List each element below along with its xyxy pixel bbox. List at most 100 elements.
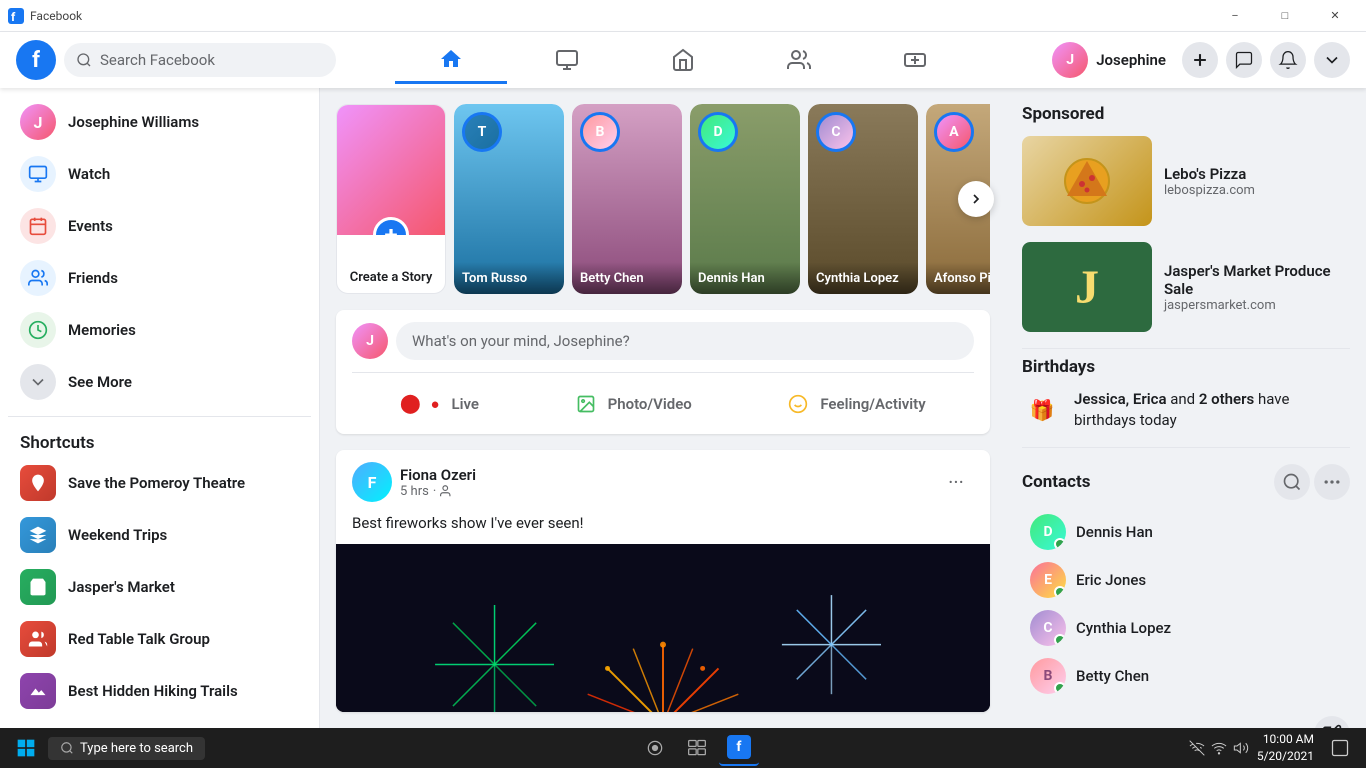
watch-icon-container: [20, 156, 56, 192]
taskbar-center: f: [635, 730, 759, 766]
contact-cynthia-name: Cynthia Lopez: [1076, 619, 1171, 637]
nav-groups-button[interactable]: [743, 36, 855, 84]
fireworks-image: [336, 544, 990, 712]
contact-dennis[interactable]: D Dennis Han: [1022, 508, 1350, 556]
taskbar-search[interactable]: Type here to search: [48, 737, 205, 760]
post-meta: 5 hrs ·: [400, 484, 476, 499]
watch-sidebar-icon: [28, 164, 48, 184]
nav-gaming-button[interactable]: [859, 36, 971, 84]
contact-cynthia-avatar: C: [1030, 610, 1066, 646]
time-display: 10:00 AM 5/20/2021: [1257, 731, 1314, 765]
notification-center-button[interactable]: [1322, 730, 1358, 766]
new-message-button[interactable]: [1314, 716, 1350, 728]
photo-icon: [576, 394, 596, 414]
live-text: ●: [430, 395, 439, 413]
contacts-actions: [1274, 464, 1350, 500]
create-story-bottom: Create a Story: [337, 235, 445, 293]
sidebar-item-watch[interactable]: Watch: [8, 148, 311, 200]
story-betty-avatar: B: [580, 112, 620, 152]
watch-icon: [555, 48, 579, 72]
post-more-button[interactable]: ···: [938, 464, 974, 500]
shortcut-jaspers-market[interactable]: Jasper's Market: [8, 561, 311, 613]
contact-eric-avatar: E: [1030, 562, 1066, 598]
chevron-down-sidebar-icon: [28, 372, 48, 392]
user-name: Josephine: [1096, 51, 1166, 69]
account-dropdown-button[interactable]: [1314, 42, 1350, 78]
shortcut-hiking-trails[interactable]: Best Hidden Hiking Trails: [8, 665, 311, 717]
user-profile-button[interactable]: J Josephine: [1044, 38, 1174, 82]
contact-betty[interactable]: B Betty Chen: [1022, 652, 1350, 700]
nav-watch-button[interactable]: [511, 36, 623, 84]
trips-icon: [28, 525, 48, 545]
story-dennis[interactable]: D Dennis Han: [690, 104, 800, 294]
start-button[interactable]: [8, 730, 44, 766]
sidebar-item-user[interactable]: J Josephine Williams: [8, 96, 311, 148]
notifications-button[interactable]: [1270, 42, 1306, 78]
contact-dennis-avatar: D: [1030, 514, 1066, 550]
online-indicator-betty: [1054, 682, 1066, 694]
story-tom[interactable]: T Tom Russo: [454, 104, 564, 294]
ad-lebos[interactable]: Lebo's Pizza lebospizza.com: [1022, 136, 1350, 226]
sidebar-events-label: Events: [68, 217, 113, 235]
online-indicator-eric: [1054, 586, 1066, 598]
photo-label: Photo/Video: [608, 395, 692, 413]
contact-cynthia[interactable]: C Cynthia Lopez: [1022, 604, 1350, 652]
post-time-unit: ·: [433, 484, 436, 499]
ad-lebos-name: Lebo's Pizza: [1164, 165, 1255, 183]
contacts-section: Contacts D Dennis Han E: [1022, 464, 1350, 700]
network-icon: [1189, 740, 1205, 756]
user-avatar: J: [1052, 42, 1088, 78]
live-label: Live: [452, 395, 480, 413]
post-text: Best fireworks show I've ever seen!: [336, 514, 990, 544]
shortcut-save-pomeroy[interactable]: Save the Pomeroy Theatre: [8, 457, 311, 509]
messenger-icon: [1234, 50, 1254, 70]
minimize-button[interactable]: −: [1212, 0, 1258, 32]
contact-eric[interactable]: E Eric Jones: [1022, 556, 1350, 604]
add-icon: [1190, 50, 1210, 70]
pizza-icon: [1062, 156, 1112, 206]
sidebar-item-events[interactable]: Events: [8, 200, 311, 252]
taskbar-cortana[interactable]: [635, 730, 675, 766]
contacts-search-button[interactable]: [1274, 464, 1310, 500]
shortcut-trips-icon: [20, 517, 56, 553]
story-dennis-avatar: D: [698, 112, 738, 152]
sidebar-item-memories[interactable]: Memories: [8, 304, 311, 356]
stories-next-button[interactable]: [958, 181, 994, 217]
contacts-header: Contacts: [1022, 464, 1350, 500]
nav-home-button[interactable]: [395, 36, 507, 84]
birthday-icon: 🎁: [1022, 390, 1062, 430]
create-post-avatar: J: [352, 323, 388, 359]
post-fiona: F Fiona Ozeri 5 hrs · ··· Best fireworks…: [336, 450, 990, 712]
close-button[interactable]: ✕: [1312, 0, 1358, 32]
story-dennis-name: Dennis Han: [698, 271, 765, 286]
search-bar[interactable]: Search Facebook: [64, 43, 336, 77]
messenger-button[interactable]: [1226, 42, 1262, 78]
birthday-text: Jessica, Erica and 2 others have birthda…: [1074, 389, 1350, 431]
birthday-names: Jessica, Erica: [1074, 390, 1167, 408]
add-button[interactable]: [1182, 42, 1218, 78]
photo-video-button[interactable]: Photo/Video: [556, 385, 712, 422]
ad-jaspers[interactable]: J Jasper's Market Produce Sale jaspersma…: [1022, 242, 1350, 332]
story-betty[interactable]: B Betty Chen: [572, 104, 682, 294]
taskbar-task-view[interactable]: [677, 730, 717, 766]
story-afonso-avatar: A: [934, 112, 974, 152]
sidebar-item-friends[interactable]: Friends: [8, 252, 311, 304]
sidebar-friends-label: Friends: [68, 269, 118, 287]
post-input[interactable]: What's on your mind, Josephine?: [396, 322, 974, 360]
shortcut-red-table[interactable]: Red Table Talk Group: [8, 613, 311, 665]
current-time: 10:00 AM: [1257, 731, 1314, 748]
post-header: F Fiona Ozeri 5 hrs · ···: [336, 450, 990, 514]
feeling-button[interactable]: Feeling/Activity: [768, 385, 945, 422]
live-button[interactable]: ⬤ ● Live: [380, 385, 499, 422]
sidebar-item-see-more[interactable]: See More: [8, 356, 311, 408]
contacts-more-button[interactable]: [1314, 464, 1350, 500]
facebook-logo[interactable]: f: [16, 40, 56, 80]
story-cynthia[interactable]: C Cynthia Lopez: [808, 104, 918, 294]
taskbar-fb-icon: f: [727, 735, 751, 759]
create-story-card[interactable]: + Create a Story: [336, 104, 446, 294]
shortcut-jasper-icon: [20, 569, 56, 605]
taskbar-facebook-app[interactable]: f: [719, 730, 759, 766]
nav-marketplace-button[interactable]: [627, 36, 739, 84]
maximize-button[interactable]: □: [1262, 0, 1308, 32]
shortcut-weekend-trips[interactable]: Weekend Trips: [8, 509, 311, 561]
